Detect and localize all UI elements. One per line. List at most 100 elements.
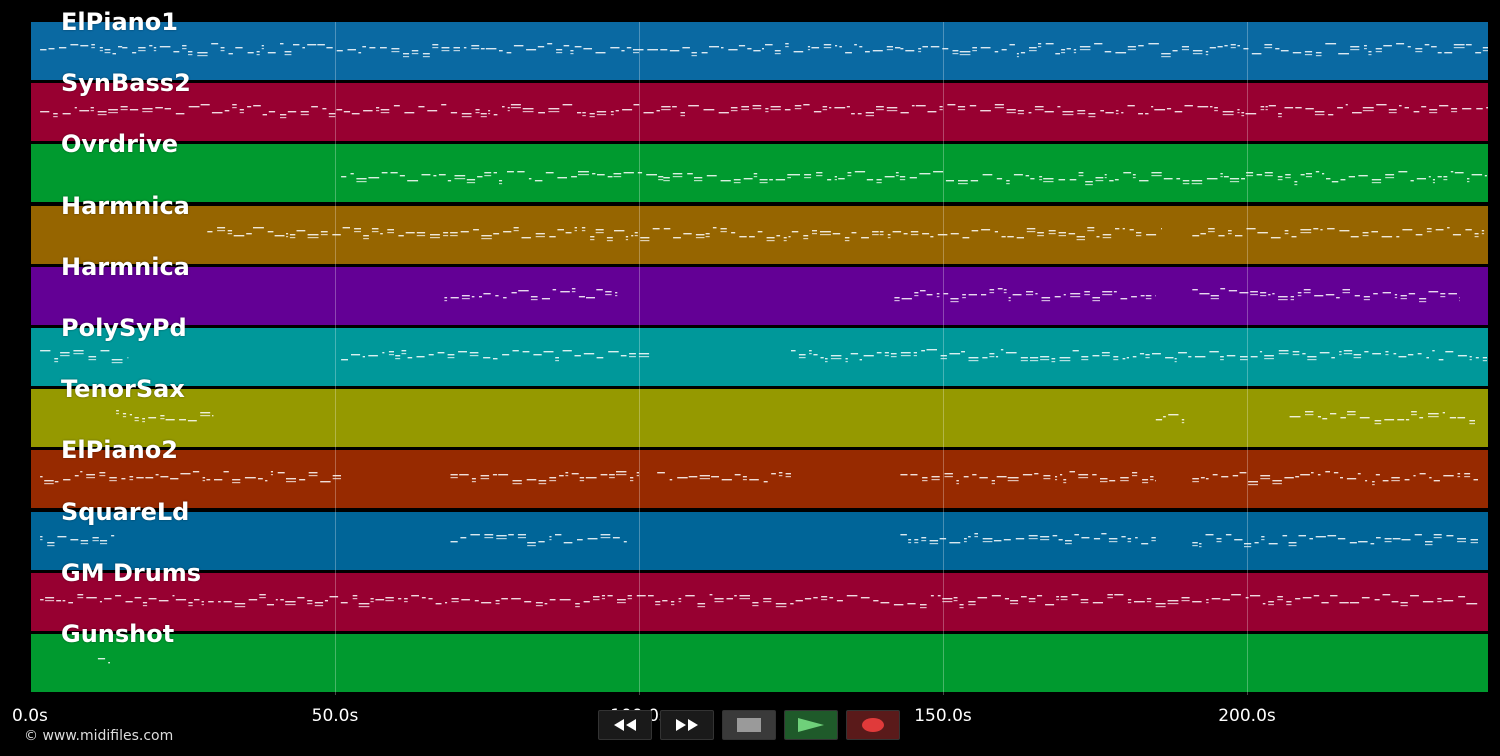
note bbox=[437, 352, 445, 354]
track-lane[interactable]: GM Drums bbox=[31, 559, 1488, 631]
note bbox=[1095, 180, 1104, 182]
note bbox=[949, 353, 961, 355]
note bbox=[809, 350, 812, 352]
track-lane[interactable]: ElPiano1 bbox=[31, 8, 1488, 80]
note bbox=[548, 108, 560, 110]
note bbox=[892, 230, 902, 232]
stop-button[interactable] bbox=[722, 710, 776, 740]
note bbox=[571, 176, 577, 178]
track-lane[interactable]: Harmnica bbox=[31, 253, 1488, 325]
note bbox=[1155, 602, 1166, 605]
note bbox=[127, 357, 129, 359]
note bbox=[382, 352, 385, 354]
note bbox=[322, 108, 327, 110]
note bbox=[1145, 354, 1150, 356]
track-lane[interactable]: TenorSax bbox=[31, 375, 1488, 448]
note bbox=[930, 46, 940, 48]
note bbox=[470, 533, 480, 535]
note bbox=[587, 537, 598, 539]
note bbox=[775, 602, 787, 605]
note bbox=[40, 535, 43, 537]
note bbox=[380, 109, 390, 111]
note bbox=[1372, 484, 1375, 486]
gridline bbox=[639, 22, 640, 695]
note bbox=[1239, 472, 1247, 474]
track-lane[interactable]: Ovrdrive bbox=[31, 130, 1488, 203]
note bbox=[286, 232, 289, 234]
note bbox=[1074, 533, 1079, 535]
note bbox=[1229, 178, 1240, 180]
note bbox=[493, 358, 498, 360]
note bbox=[1115, 227, 1120, 229]
fast-forward-button[interactable] bbox=[660, 710, 714, 740]
note bbox=[742, 476, 747, 478]
note bbox=[329, 595, 339, 598]
note bbox=[404, 597, 408, 600]
note bbox=[1113, 356, 1119, 358]
note bbox=[1405, 419, 1410, 421]
note bbox=[1059, 357, 1071, 359]
note bbox=[60, 355, 70, 357]
note bbox=[247, 52, 254, 54]
note bbox=[895, 172, 899, 174]
note bbox=[775, 179, 786, 181]
note bbox=[766, 236, 775, 238]
note bbox=[709, 593, 713, 596]
note bbox=[1340, 477, 1343, 479]
track-lane[interactable]: SynBass2 bbox=[31, 69, 1488, 142]
note bbox=[175, 598, 187, 601]
note bbox=[994, 104, 1004, 106]
note bbox=[1057, 106, 1061, 108]
note bbox=[109, 477, 117, 479]
note bbox=[1347, 411, 1356, 413]
track-lane[interactable]: PolySyPd bbox=[31, 314, 1488, 386]
note bbox=[662, 599, 668, 602]
note bbox=[1261, 535, 1265, 537]
note bbox=[683, 232, 692, 234]
note bbox=[930, 235, 934, 237]
note bbox=[629, 356, 636, 358]
rewind-button[interactable] bbox=[598, 710, 652, 740]
note bbox=[705, 235, 710, 237]
track-lane[interactable]: Gunshot bbox=[31, 620, 1488, 692]
note bbox=[111, 362, 123, 364]
track-lane[interactable]: ElPiano2 bbox=[31, 436, 1488, 509]
note bbox=[90, 110, 94, 112]
track-lane[interactable]: Harmnica bbox=[31, 192, 1488, 264]
note bbox=[1113, 290, 1117, 293]
note bbox=[1150, 479, 1154, 481]
note bbox=[1129, 228, 1134, 230]
note bbox=[1363, 298, 1370, 300]
note bbox=[284, 54, 292, 56]
note bbox=[1368, 51, 1372, 53]
note bbox=[1229, 181, 1240, 183]
note bbox=[1212, 474, 1218, 476]
note bbox=[1286, 603, 1292, 605]
note bbox=[1469, 356, 1472, 358]
note bbox=[822, 106, 828, 108]
note bbox=[192, 471, 200, 473]
note bbox=[872, 50, 883, 52]
note bbox=[286, 478, 296, 480]
note bbox=[1473, 479, 1478, 481]
note bbox=[1467, 178, 1470, 180]
note bbox=[565, 475, 569, 477]
play-button[interactable] bbox=[784, 710, 838, 740]
note bbox=[228, 53, 233, 55]
note bbox=[1151, 175, 1162, 177]
note bbox=[1251, 53, 1262, 55]
note bbox=[507, 110, 510, 112]
note bbox=[422, 53, 430, 55]
track-lane[interactable]: SquareLd bbox=[31, 498, 1488, 570]
note bbox=[1304, 51, 1313, 53]
note bbox=[822, 109, 828, 111]
note bbox=[45, 599, 55, 601]
note bbox=[97, 658, 106, 660]
note bbox=[1145, 113, 1149, 115]
record-button[interactable] bbox=[846, 710, 900, 740]
note bbox=[763, 597, 772, 600]
note bbox=[1444, 52, 1453, 54]
note bbox=[1338, 53, 1349, 55]
note bbox=[1155, 419, 1163, 421]
note bbox=[1194, 356, 1206, 358]
